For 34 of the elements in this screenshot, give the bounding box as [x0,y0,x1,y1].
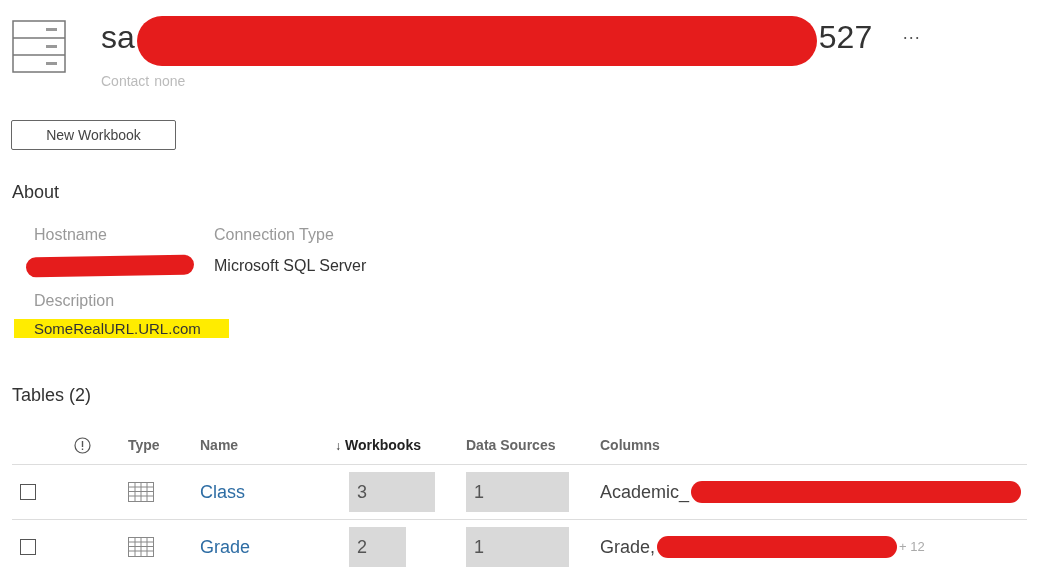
column-header[interactable]: Type [128,435,160,456]
contact-label: Contact [101,72,150,91]
row-checkbox[interactable] [20,484,36,500]
column-header[interactable]: Columns [600,435,660,456]
table-icon [128,482,154,502]
field-label: Description [34,291,116,311]
field-value: Microsoft SQL Server [214,256,367,276]
description-link[interactable]: SomeRealURL.URL.com [14,319,229,338]
table-name-link[interactable]: Grade [200,536,251,557]
contact-value: none [154,72,186,91]
info-icon [74,437,91,454]
table-icon [128,537,154,557]
more-count: + 12 [899,538,925,557]
section-heading: Tables (2) [12,384,93,407]
data-sources-bar: 1 [466,472,569,512]
page-title: 527 [818,21,873,53]
field-label: Hostname [34,225,108,245]
field-label: Connection Type [214,225,335,245]
page-title: sa [101,21,135,53]
column-header[interactable]: Workbooks [345,435,421,456]
column-header[interactable]: Name [200,435,239,456]
row-checkbox[interactable] [20,539,36,555]
cabinet-icon [12,20,66,73]
column-header[interactable]: Data Sources [466,435,556,456]
sort-arrow-icon: ↓ [335,436,341,455]
new-workbook-button[interactable]: New Workbook [11,120,176,150]
workbooks-bar: 3 [349,472,435,512]
workbooks-bar: 2 [349,527,407,567]
table-name-link[interactable]: Class [200,481,245,502]
column-list: Grade, [600,533,656,561]
column-list: Academic_ [600,478,690,506]
data-sources-bar: 1 [466,527,569,567]
section-heading: About [12,181,61,204]
more-button[interactable]: ··· [902,28,921,46]
